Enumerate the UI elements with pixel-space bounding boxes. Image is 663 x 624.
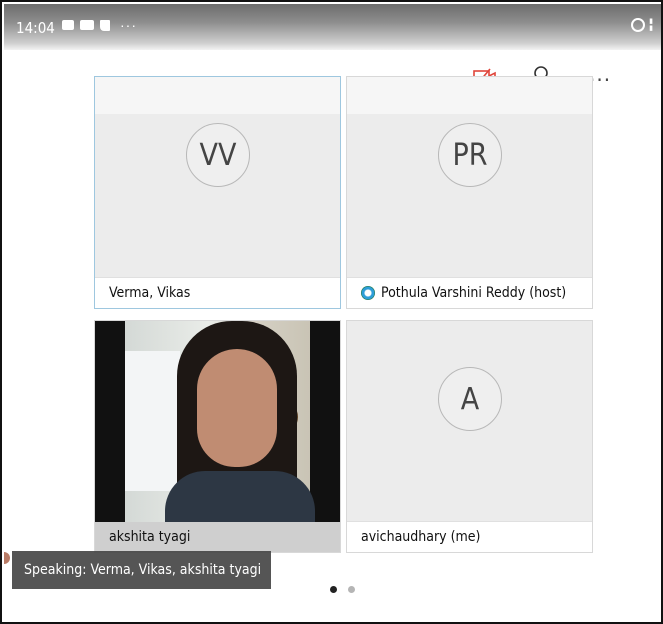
participant-initials: PR [452, 137, 488, 173]
more-notifications-icon: ··· [120, 17, 137, 33]
participant-name-label: Pothula Varshini Reddy (host) [381, 285, 567, 301]
status-time: 14:04 [16, 19, 55, 37]
chat-icon [100, 19, 110, 31]
meeting-screen: 14:04 ··· ▮ ▮ ··· VV Verma, Vikas Pothul… [0, 0, 663, 624]
notification-icons: ··· [62, 17, 137, 33]
network-icon: ▮ ▮ [649, 18, 653, 32]
participant-tile-pothula-varshini-reddy[interactable]: Pothula Varshini Reddy (host) PR [346, 76, 593, 309]
participant-name-label: avichaudhary (me) [361, 529, 481, 545]
video-background [125, 321, 315, 522]
gallery-icon [62, 20, 74, 30]
participant-initials: A [460, 381, 480, 417]
participant-name: Verma, Vikas [95, 277, 340, 308]
participant-tile-akshita-tyagi[interactable]: akshita tyagi [94, 320, 341, 553]
status-right-icons: ▮ ▮ [631, 18, 653, 32]
page-dot-inactive[interactable] [348, 586, 355, 593]
speaking-banner: Speaking: Verma, Vikas, akshita tyagi [12, 551, 272, 589]
status-bar: 14:04 ··· ▮ ▮ [4, 4, 661, 50]
participant-video [95, 321, 340, 522]
participant-tile-verma-vikas[interactable]: VV Verma, Vikas [94, 76, 341, 309]
edge-video-fragment [4, 552, 10, 564]
video-icon [80, 20, 94, 30]
video-window-light [125, 351, 180, 491]
participant-name: Pothula Varshini Reddy (host) [347, 277, 592, 308]
participant-initials: VV [199, 137, 237, 173]
participant-tile-avichaudhary[interactable]: A avichaudhary (me) [346, 320, 593, 553]
participant-avatar: A [438, 367, 502, 431]
tile-top-band [95, 77, 340, 114]
participant-name: akshita tyagi [95, 522, 340, 552]
person-image-body [165, 471, 315, 522]
host-icon [361, 286, 375, 300]
participant-name-label: Verma, Vikas [109, 285, 191, 301]
speaking-banner-text: Speaking: Verma, Vikas, akshita tyagi [24, 562, 262, 578]
page-indicator [330, 586, 355, 593]
participant-avatar: VV [186, 123, 250, 187]
participant-avatar: PR [438, 123, 502, 187]
tile-top-band [347, 77, 592, 114]
page-dot-active[interactable] [330, 586, 337, 593]
participant-name: avichaudhary (me) [347, 521, 592, 552]
alarm-icon [631, 18, 646, 32]
person-image-face [197, 349, 277, 467]
participant-name-label: akshita tyagi [109, 529, 191, 545]
